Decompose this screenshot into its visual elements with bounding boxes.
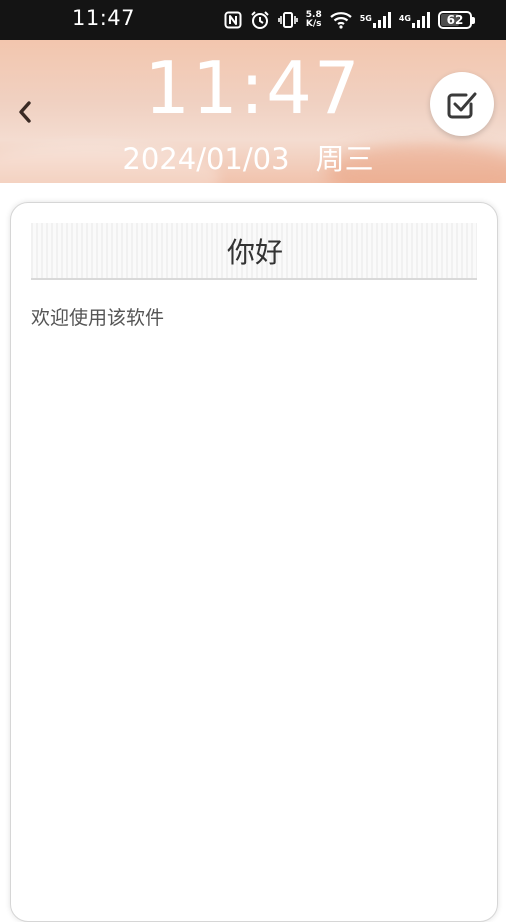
battery-level: 62 (446, 13, 464, 27)
sim2-signal: 4G (399, 12, 430, 28)
check-square-icon (447, 92, 477, 119)
signal-icon (372, 12, 391, 28)
net-speed-unit: K/s (305, 19, 322, 29)
wifi-icon (329, 11, 352, 29)
status-bar: 11:47 5.8 K/s 5G 4G 62 (0, 0, 506, 40)
header: 11:47 2024/01/03 周三 (0, 40, 506, 183)
net-speed: 5.8 K/s (306, 11, 322, 29)
header-clock: 11:47 (144, 46, 362, 130)
note-card: 你好 欢迎使用该软件 (10, 202, 498, 922)
header-date-line: 2024/01/03 周三 (0, 136, 496, 178)
header-date: 2024/01/03 (122, 142, 290, 176)
vibrate-icon (277, 11, 298, 29)
signal-icon (412, 12, 430, 28)
sim2-label: 4G (398, 14, 411, 23)
status-time: 11:47 (72, 6, 136, 30)
note-body-input[interactable]: 欢迎使用该软件 (31, 303, 477, 330)
sim1-label: 5G (359, 14, 372, 23)
title-divider (31, 278, 477, 280)
nfc-icon (224, 11, 242, 29)
done-button[interactable] (430, 72, 494, 136)
sim1-signal: 5G (360, 12, 391, 28)
alarm-icon (250, 10, 270, 30)
note-title-input[interactable]: 你好 (11, 231, 499, 271)
header-weekday: 周三 (315, 142, 374, 176)
battery-icon: 62 (438, 11, 475, 29)
status-icons: 5.8 K/s 5G 4G 62 (224, 8, 475, 32)
